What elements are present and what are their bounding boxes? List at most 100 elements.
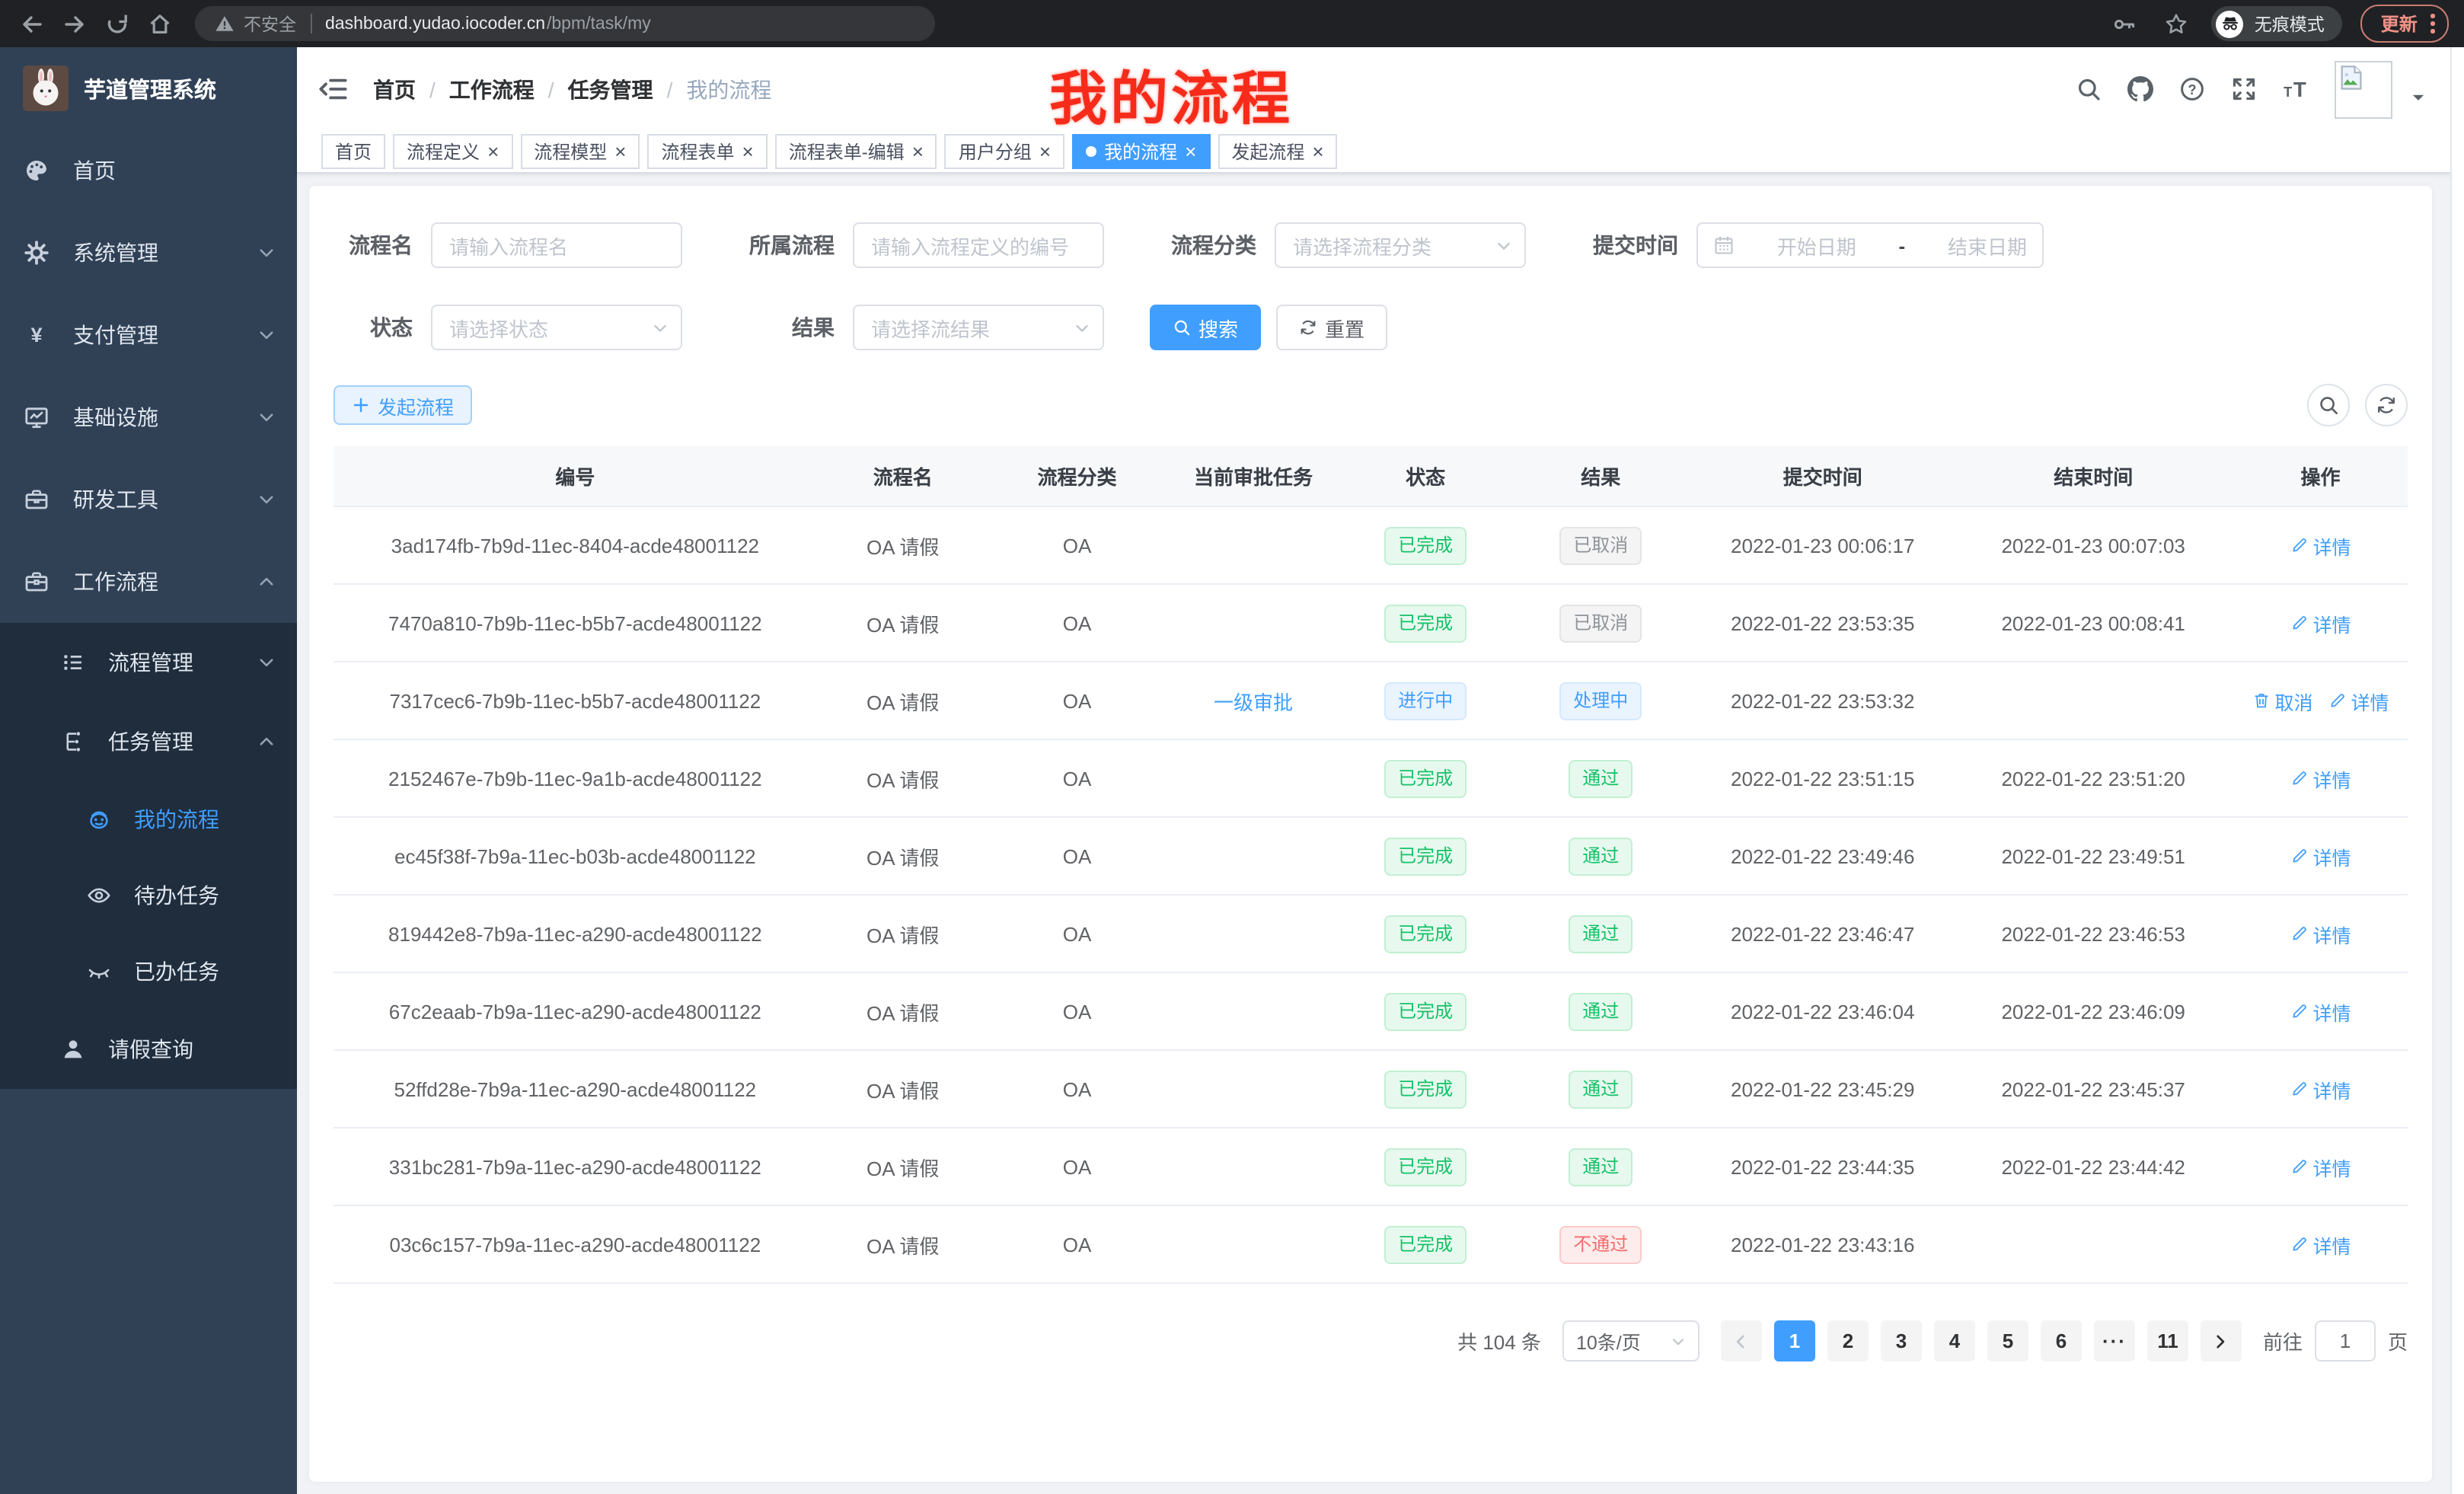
tab-process-definition[interactable]: 流程定义× [393,134,512,169]
process-definition-input[interactable]: 请输入流程定义的编号 [853,222,1104,268]
sidebar-fold-icon[interactable] [318,75,347,104]
page-scrollbar[interactable] [2450,47,2464,1494]
cell-process-id: ec45f38f-7b9a-11ec-b03b-acde48001122 [334,817,817,895]
result-select[interactable]: 请选择流结果 [853,305,1104,350]
tab-label: 我的流程 [1104,139,1177,164]
sidebar-item-infrastructure[interactable]: 基础设施 [0,376,297,458]
sidebar-item-system-management[interactable]: 系统管理 [0,212,297,294]
detail-link[interactable]: 详情 [2290,997,2351,1026]
search-button[interactable]: 搜索 [1150,305,1261,350]
address-bar[interactable]: 不安全 dashboard.yudao.iocoder.cn /bpm/task… [195,6,935,41]
table-row: 7470a810-7b9b-11ec-b5b7-acde48001122OA 请… [334,584,2408,662]
tab-start-process[interactable]: 发起流程× [1218,134,1337,169]
edit-icon [2290,769,2309,787]
table-refresh-button[interactable] [2365,384,2408,426]
start-process-button[interactable]: 发起流程 [334,385,472,425]
tab-close-icon[interactable]: × [1312,142,1323,161]
detail-link[interactable]: 详情 [2328,686,2389,715]
sidebar-item-done-tasks[interactable]: 已办任务 [0,934,297,1010]
tab-close-icon[interactable]: × [742,142,754,161]
next-page-button[interactable] [2201,1320,2242,1362]
page-button-1[interactable]: 1 [1774,1320,1815,1362]
sidebar-item-dev-tools[interactable]: 研发工具 [0,458,297,541]
page-button-5[interactable]: 5 [1987,1320,2028,1362]
sidebar-item-label: 任务管理 [108,726,193,757]
tab-close-icon[interactable]: × [1185,142,1196,161]
prev-page-button[interactable] [1721,1320,1762,1362]
url-host: dashboard.yudao.iocoder.cn [325,14,545,33]
sidebar-item-home[interactable]: 首页 [0,129,297,212]
tab-close-icon[interactable]: × [487,142,499,161]
sidebar-item-workflow[interactable]: 工作流程 [0,541,297,623]
fullscreen-icon[interactable] [2231,76,2257,102]
tab-close-icon[interactable]: × [1039,142,1051,161]
tab-my-process[interactable]: 我的流程 × [1072,134,1210,169]
cell-end-time: 2022-01-22 23:44:42 [1953,1128,2233,1205]
submit-time-range-picker[interactable]: 开始日期 - 结束日期 [1696,222,2044,268]
pager-ellipsis[interactable]: ··· [2094,1320,2135,1362]
process-definition-label: 所属流程 [728,230,835,260]
browser-home-icon[interactable] [143,7,177,40]
sidebar-item-my-process[interactable]: 我的流程 [0,781,297,857]
app-logo[interactable]: 芋道管理系统 [0,47,297,129]
security-warning-icon[interactable] [213,13,235,34]
detail-link[interactable]: 详情 [2290,1074,2351,1103]
tab-close-icon[interactable]: × [614,142,626,161]
tab-process-form-edit[interactable]: 流程表单-编辑 × [775,134,937,169]
table-row: 2152467e-7b9b-11ec-9a1b-acde48001122OA 请… [334,739,2408,817]
sidebar-item-payment-management[interactable]: ¥支付管理 [0,294,297,376]
browser-forward-icon[interactable] [58,7,91,40]
detail-link[interactable]: 详情 [2290,531,2351,560]
breadcrumb-item[interactable]: 首页 [373,74,416,104]
page-button-11[interactable]: 11 [2147,1320,2188,1362]
detail-link[interactable]: 详情 [2290,1230,2351,1259]
browser-menu-icon[interactable] [2431,14,2435,34]
detail-link[interactable]: 详情 [2290,764,2351,793]
page-button-3[interactable]: 3 [1881,1320,1922,1362]
reset-button[interactable]: 重置 [1276,305,1387,350]
detail-link[interactable]: 详情 [2290,1152,2351,1181]
status-select[interactable]: 请选择状态 [431,305,682,350]
sidebar-item-todo-tasks[interactable]: 待办任务 [0,857,297,934]
tab-process-form[interactable]: 流程表单× [647,134,767,169]
detail-link[interactable]: 详情 [2290,608,2351,637]
cancel-link[interactable]: 取消 [2252,686,2313,715]
chevron-down-icon [257,326,276,344]
detail-link[interactable]: 详情 [2290,841,2351,870]
tab-home[interactable]: 首页 [321,134,385,169]
breadcrumb-item[interactable]: 任务管理 [568,74,653,104]
cell-actions: 详情 [2233,1128,2408,1205]
sidebar-item-process-management[interactable]: 流程管理 [0,623,297,702]
process-category-placeholder: 请选择流程分类 [1293,231,1431,260]
svg-text:¥: ¥ [30,324,42,346]
browser-update-button[interactable]: 更新 [2361,5,2449,43]
help-icon[interactable]: ? [2179,76,2205,102]
sidebar-item-task-management[interactable]: 任务管理 [0,702,297,781]
avatar[interactable] [2335,60,2392,118]
tab-process-model[interactable]: 流程模型× [520,134,640,169]
cell-submit-time: 2022-01-22 23:43:16 [1692,1205,1953,1283]
tab-close-icon[interactable]: × [912,142,924,161]
star-icon[interactable] [2160,7,2194,40]
goto-page-input[interactable]: 1 [2315,1320,2376,1362]
github-icon[interactable] [2127,76,2153,102]
current-task-link[interactable]: 一级审批 [1214,691,1293,713]
process-name-input[interactable]: 请输入流程名 [431,222,682,268]
browser-back-icon[interactable] [15,7,49,40]
process-category-select[interactable]: 请选择流程分类 [1275,222,1526,268]
tab-label: 流程表单-编辑 [789,139,905,164]
page-button-2[interactable]: 2 [1827,1320,1869,1362]
key-icon[interactable] [2108,7,2142,40]
page-size-select[interactable]: 10条/页 [1562,1320,1700,1362]
detail-link[interactable]: 详情 [2290,919,2351,948]
page-button-6[interactable]: 6 [2041,1320,2082,1362]
font-size-icon[interactable]: TT [2283,76,2309,102]
breadcrumb-item[interactable]: 工作流程 [449,74,535,104]
page-button-4[interactable]: 4 [1934,1320,1975,1362]
tab-user-group[interactable]: 用户分组× [945,134,1064,169]
table-search-toggle-button[interactable] [2307,384,2350,426]
browser-reload-icon[interactable] [101,7,134,40]
sidebar-item-leave-query[interactable]: 请假查询 [0,1010,297,1089]
chevron-down-icon[interactable] [2409,88,2427,106]
search-icon[interactable] [2076,76,2102,102]
